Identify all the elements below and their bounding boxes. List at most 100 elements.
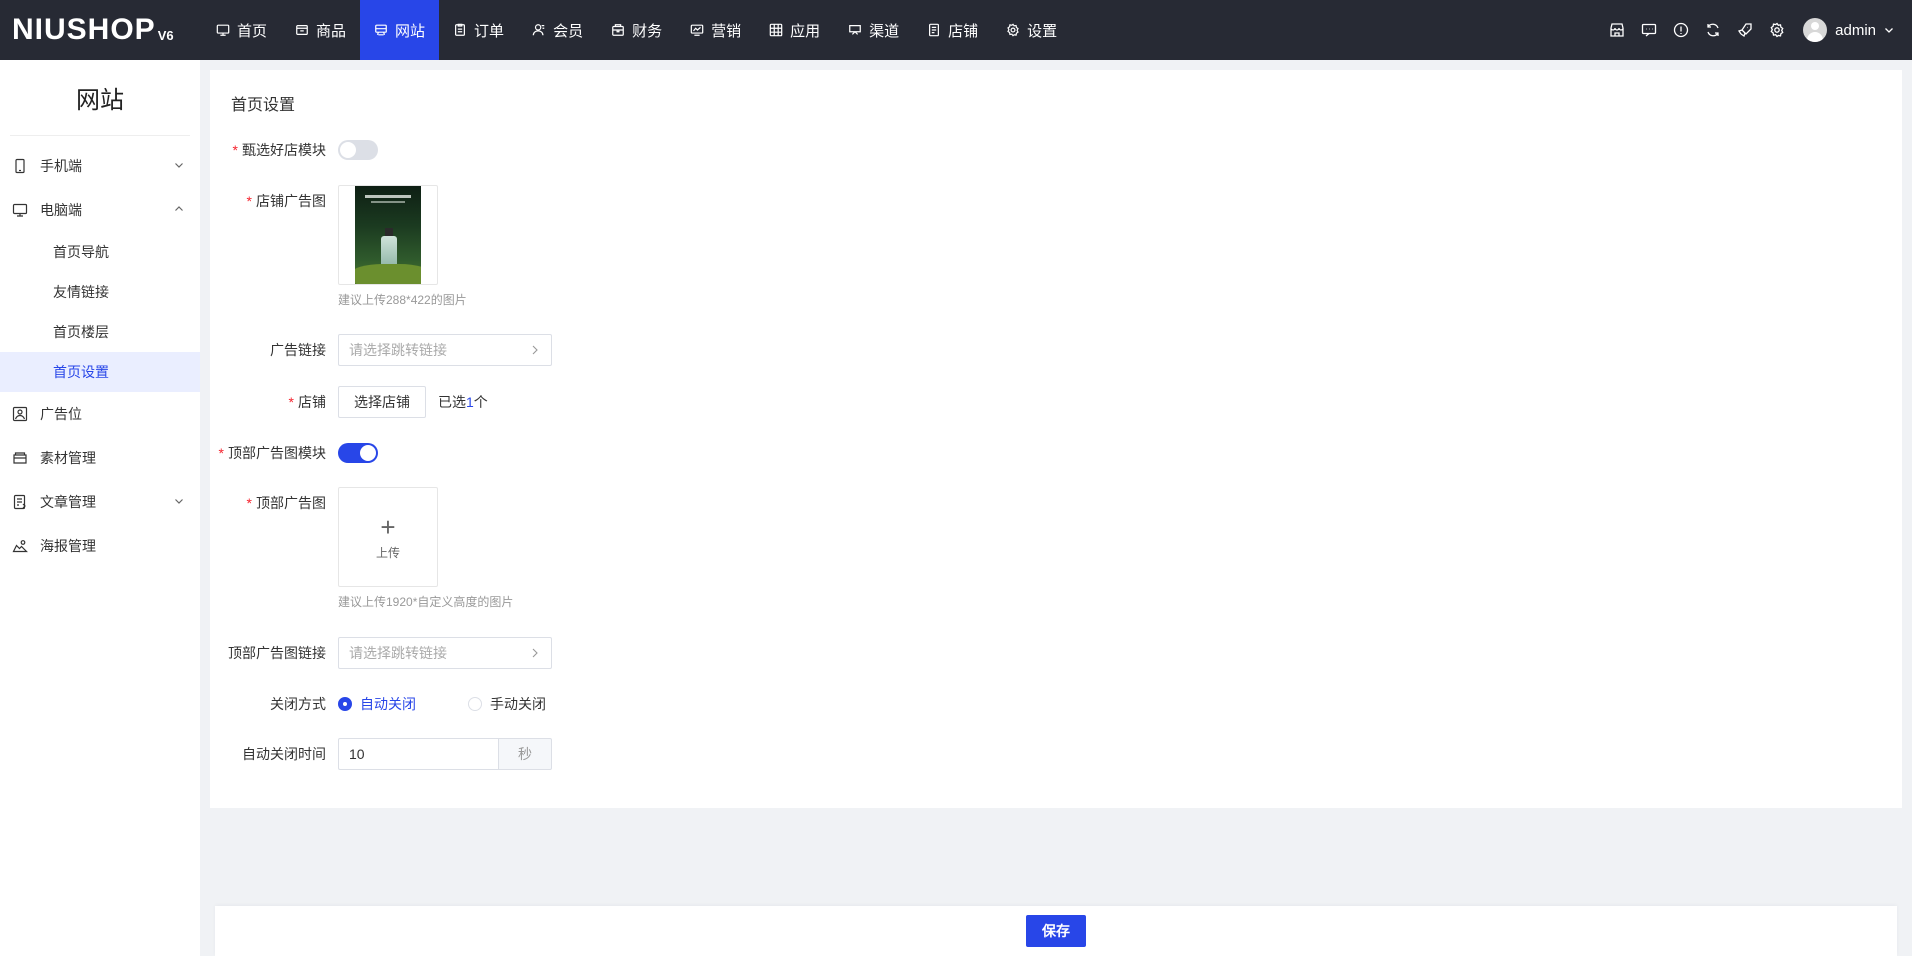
website-icon <box>374 23 388 37</box>
time-unit: 秒 <box>498 738 552 770</box>
row-top-ad: * 顶部广告图 + 上传 建议上传1920*自定义高度的图片 <box>210 487 513 609</box>
folder-icon <box>12 450 28 466</box>
footer-bar: 保存 <box>215 906 1897 956</box>
nav-item-marketing[interactable]: 营销 <box>676 0 755 60</box>
monitor-icon <box>216 23 230 37</box>
shop-ad-image[interactable] <box>338 185 438 285</box>
nav-label: 店铺 <box>948 22 979 40</box>
radio-dot <box>338 697 352 711</box>
label-text: 店铺广告图 <box>256 193 326 209</box>
nav-label: 商品 <box>316 22 347 40</box>
auto-close-time-label: 自动关闭时间 <box>242 746 326 762</box>
refresh-icon[interactable] <box>1705 22 1721 38</box>
nav-label: 营销 <box>711 22 742 40</box>
nav-item-order[interactable]: 订单 <box>439 0 518 60</box>
store-icon[interactable] <box>1609 22 1625 38</box>
article-icon <box>12 494 28 510</box>
sidebar-item-pc[interactable]: 电脑端 <box>0 188 200 232</box>
row-top-ad-module: * 顶部广告图模块 <box>210 443 378 463</box>
apps-icon <box>769 23 783 37</box>
desktop-icon <box>12 202 28 218</box>
selected-count-text: 已选1个 <box>438 386 488 418</box>
member-icon <box>532 23 546 37</box>
top-ad-module-switch[interactable] <box>338 443 378 463</box>
user-menu[interactable]: admin <box>1803 18 1894 42</box>
nav-item-channel[interactable]: 渠道 <box>834 0 913 60</box>
rocket-icon[interactable] <box>1737 22 1753 38</box>
ad-link-placeholder: 请选择跳转链接 <box>349 342 447 358</box>
nav-item-member[interactable]: 会员 <box>518 0 597 60</box>
sidebar-item-label: 海报管理 <box>40 538 96 554</box>
selected-count: 1 <box>466 394 474 410</box>
chevron-up-icon <box>174 204 184 214</box>
nav-label: 设置 <box>1027 22 1058 40</box>
sidebar-item-posters[interactable]: 海报管理 <box>0 524 200 568</box>
row-ad-link: 广告链接 请选择跳转链接 <box>210 334 552 366</box>
sidebar-item-articles[interactable]: 文章管理 <box>0 480 200 524</box>
nav-item-website[interactable]: 网站 <box>360 0 440 60</box>
sidebar-title: 网站 <box>10 60 190 136</box>
nav-label: 订单 <box>474 22 505 40</box>
upload-label: 上传 <box>375 545 400 560</box>
sidebar-item-ad-slot[interactable]: 广告位 <box>0 392 200 436</box>
radio-dot <box>468 697 482 711</box>
selected-prefix: 已选 <box>438 394 466 410</box>
settings-icon[interactable] <box>1769 22 1785 38</box>
row-shop-ad: * 店铺广告图 建议上传288*422的图片 <box>210 185 467 307</box>
sidebar-item-label: 手机端 <box>40 158 82 174</box>
top-ad-link-placeholder: 请选择跳转链接 <box>349 645 447 661</box>
auto-close-time-input: 10 秒 <box>338 738 552 770</box>
auto-close-time-field[interactable]: 10 <box>338 738 498 770</box>
nav-label: 渠道 <box>869 22 900 40</box>
selected-suffix: 个 <box>473 394 488 410</box>
sidebar-item-materials[interactable]: 素材管理 <box>0 436 200 480</box>
nav-item-goods[interactable]: 商品 <box>281 0 360 60</box>
nav-item-finance[interactable]: 财务 <box>597 0 676 60</box>
radio-manual-close[interactable]: 手动关闭 <box>468 694 546 714</box>
sidebar-sub-home-floor[interactable]: 首页楼层 <box>0 312 200 352</box>
marketing-icon <box>690 23 704 37</box>
radio-auto-close[interactable]: 自动关闭 <box>338 694 416 714</box>
message-icon[interactable] <box>1641 22 1657 38</box>
finance-icon <box>611 23 625 37</box>
sidebar-sub-home-settings[interactable]: 首页设置 <box>0 352 200 392</box>
nav-label: 网站 <box>395 22 426 40</box>
select-shop-button[interactable]: 选择店铺 <box>338 386 426 418</box>
label-text: 甄选好店模块 <box>242 142 326 158</box>
top-ad-upload[interactable]: + 上传 <box>338 487 438 587</box>
avatar <box>1803 18 1828 42</box>
sidebar: 网站 手机端 电脑端 首页导航 友情链接 首页楼层 首页设置 广告位 素材管理 … <box>0 60 200 956</box>
chevron-right-icon <box>531 648 539 658</box>
shop-module-switch[interactable] <box>338 140 378 160</box>
top-ad-link-input[interactable]: 请选择跳转链接 <box>338 637 552 669</box>
mobile-icon <box>12 158 28 174</box>
poster-icon <box>12 538 28 554</box>
box-icon <box>295 23 309 37</box>
label-text: 店铺 <box>298 394 326 410</box>
ad-link-input[interactable]: 请选择跳转链接 <box>338 334 552 366</box>
sidebar-item-label: 广告位 <box>40 406 82 422</box>
shop-ad-label: * 店铺广告图 <box>246 193 326 209</box>
channel-icon <box>848 23 862 37</box>
save-button[interactable]: 保存 <box>1026 915 1086 947</box>
top-right-tools: admin <box>1601 0 1912 60</box>
sidebar-item-label: 电脑端 <box>40 202 82 218</box>
nav-item-settings[interactable]: 设置 <box>992 0 1071 60</box>
nav-item-shop[interactable]: 店铺 <box>913 0 992 60</box>
label-text: 顶部广告图模块 <box>228 445 326 461</box>
logo[interactable]: NIUSHOP V6 <box>0 0 202 60</box>
shop-module-label: * 甄选好店模块 <box>232 142 326 158</box>
chevron-down-icon <box>174 496 184 506</box>
page-title: 首页设置 <box>231 97 296 114</box>
top-ad-label: * 顶部广告图 <box>246 495 326 511</box>
row-top-ad-link: 顶部广告图链接 请选择跳转链接 <box>210 637 552 669</box>
brand-version: V6 <box>157 27 174 43</box>
nav-item-home[interactable]: 首页 <box>202 0 281 60</box>
info-icon[interactable] <box>1673 22 1689 38</box>
row-shop: * 店铺 选择店铺 已选1个 <box>210 386 488 418</box>
nav-item-apps[interactable]: 应用 <box>755 0 834 60</box>
sidebar-sub-friend-links[interactable]: 友情链接 <box>0 272 200 312</box>
image-icon <box>12 406 28 422</box>
sidebar-item-mobile[interactable]: 手机端 <box>0 144 200 188</box>
sidebar-sub-home-nav[interactable]: 首页导航 <box>0 232 200 272</box>
